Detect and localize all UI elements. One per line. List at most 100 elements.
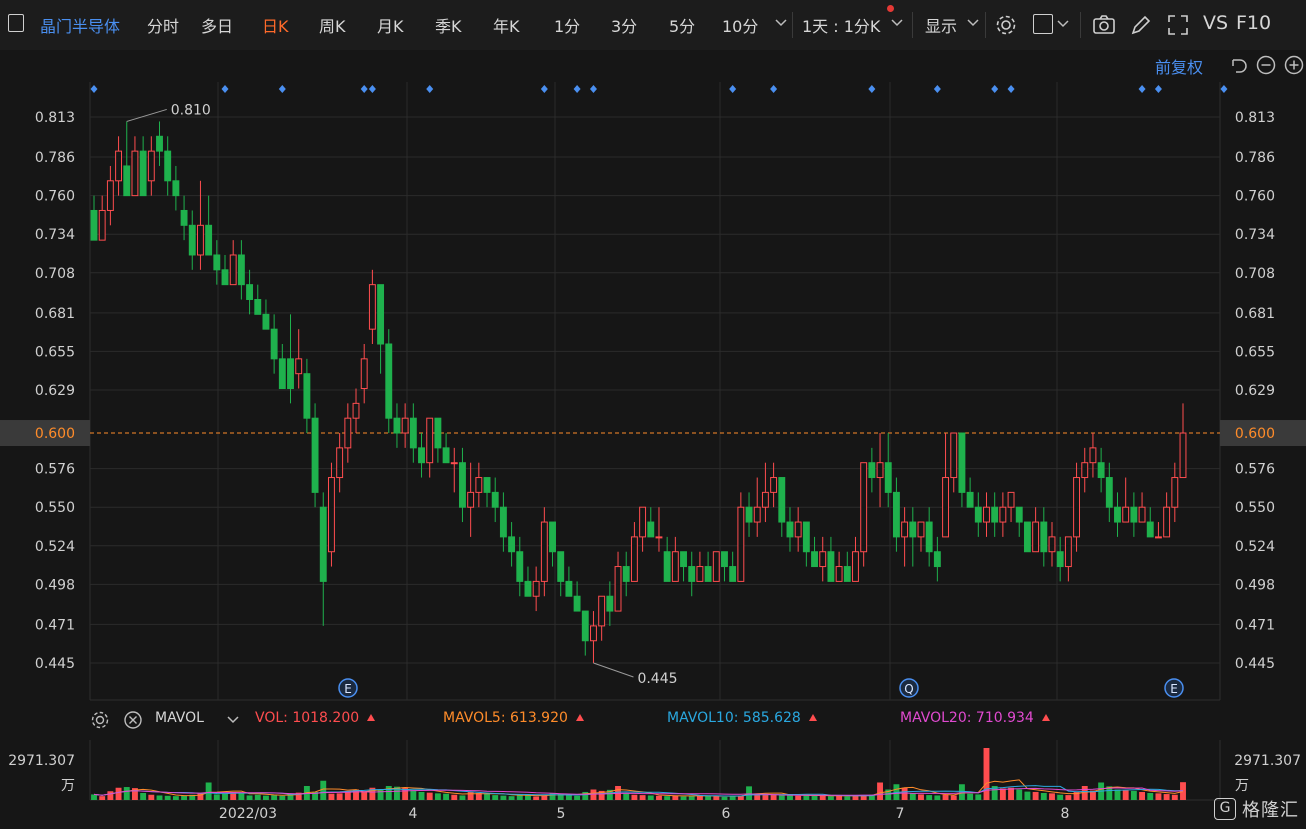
indicator-selector[interactable]: MAVOL — [155, 710, 204, 726]
event-diamond-icon — [221, 85, 229, 93]
low-annotation-line — [593, 662, 634, 678]
volume-bar — [123, 787, 130, 800]
event-diamond-icon — [1138, 85, 1146, 93]
y-tick-label-left: 0.471 — [35, 617, 75, 633]
volume-bar — [156, 795, 163, 800]
volume-bar — [680, 796, 687, 800]
kline-chart[interactable]: 0.813 0.813 0.786 0.786 0.760 0.760 0.734 0.734… — [0, 0, 1306, 829]
event-diamond-icon — [426, 85, 434, 93]
candle-body — [663, 551, 671, 582]
candle-body — [737, 506, 745, 582]
candle-body — [647, 521, 655, 538]
candle-body — [909, 521, 917, 538]
candle-body — [966, 491, 974, 508]
event-diamond-icon — [360, 85, 368, 93]
event-diamond-icon — [1007, 85, 1015, 93]
high-annotation-line — [126, 108, 167, 122]
candle-body — [1097, 462, 1105, 479]
volume-bar — [672, 795, 679, 800]
candle-body — [549, 521, 556, 553]
candle-body — [1171, 477, 1179, 508]
candle-body — [860, 462, 868, 553]
brand-logo-icon: G — [1214, 798, 1236, 820]
y-tick-label-left: 0.786 — [35, 150, 75, 166]
candle-body — [409, 417, 417, 449]
volume-bar — [279, 795, 286, 800]
candle-body — [958, 432, 966, 493]
candle-body — [213, 254, 221, 271]
volume-bar — [705, 796, 712, 800]
chevron-down-icon[interactable] — [227, 716, 239, 724]
candle-body — [303, 373, 311, 419]
up-arrow-icon — [575, 714, 584, 721]
y-tick-label-left: 0.524 — [35, 539, 75, 555]
candle-body — [729, 566, 737, 582]
volume-bar — [443, 793, 450, 800]
candle-body — [1114, 506, 1121, 523]
candle-body — [852, 551, 859, 582]
volume-bar — [91, 794, 97, 800]
candle-body — [368, 284, 376, 330]
candle-body — [377, 284, 385, 345]
volume-bar — [901, 787, 908, 800]
candle-body — [671, 551, 679, 582]
up-arrow-icon — [1041, 714, 1050, 721]
candle-body — [606, 595, 614, 612]
volume-bar — [1147, 792, 1154, 800]
volume-bar — [1139, 791, 1146, 800]
candle-body — [426, 417, 434, 464]
volume-bar — [377, 789, 384, 800]
y-tick-label-left: 0.576 — [35, 462, 75, 478]
candle-body — [147, 150, 155, 182]
candle-body — [115, 150, 123, 182]
volume-bar — [361, 791, 368, 800]
candle-body — [590, 625, 597, 642]
volume-bar — [1114, 789, 1121, 800]
volume-bar — [803, 795, 810, 800]
high-price-label: 0.810 — [171, 102, 211, 118]
y-tick-label-left: 0.629 — [35, 383, 75, 399]
volume-bar — [205, 782, 212, 800]
y-tick-label-left: 0.813 — [35, 110, 75, 126]
x-tick-label: 4 — [409, 806, 418, 822]
candle-body — [221, 269, 229, 286]
candle-body — [614, 566, 622, 612]
candle-body — [712, 551, 720, 582]
event-diamond-icon — [868, 85, 876, 93]
candle-body — [237, 254, 245, 286]
mavol5-value: 613.920 — [510, 710, 568, 726]
candle-body — [1105, 477, 1113, 508]
candle-body — [1032, 521, 1040, 553]
event-diamond-icon — [770, 85, 778, 93]
volume-bar — [811, 795, 818, 800]
volume-bar — [664, 796, 671, 800]
y-tick-label-left: 0.708 — [35, 266, 75, 282]
y-tick-label-right: 0.681 — [1235, 306, 1275, 322]
settings-gear-icon[interactable] — [90, 710, 110, 730]
event-badge-label: Q — [904, 682, 913, 696]
y-tick-label-right: 0.760 — [1235, 189, 1275, 205]
candle-body — [933, 551, 941, 568]
candle-body — [205, 224, 213, 256]
y-tick-label-right: 0.708 — [1235, 266, 1275, 282]
candle-body — [843, 566, 851, 582]
volume-bar — [172, 796, 179, 800]
vol-readout: VOL: 1018.200 — [255, 710, 376, 726]
candle-body — [106, 180, 114, 211]
y-tick-label-left: 0.734 — [35, 227, 75, 243]
volume-bar — [222, 793, 228, 800]
candle-body — [344, 417, 352, 449]
close-circle-icon[interactable] — [123, 710, 143, 730]
candle-body — [483, 477, 491, 493]
candle-body — [802, 521, 810, 553]
up-arrow-icon — [808, 714, 817, 721]
candle-body — [278, 358, 286, 390]
volume-bar — [639, 795, 646, 800]
candle-body — [360, 358, 368, 390]
candle-body — [917, 521, 925, 538]
vol-label: VOL: — [255, 710, 288, 726]
mavol10-value: 585.628 — [742, 710, 801, 726]
candle-body — [499, 506, 507, 538]
candle-body — [1040, 521, 1048, 553]
volume-bar — [770, 794, 777, 800]
